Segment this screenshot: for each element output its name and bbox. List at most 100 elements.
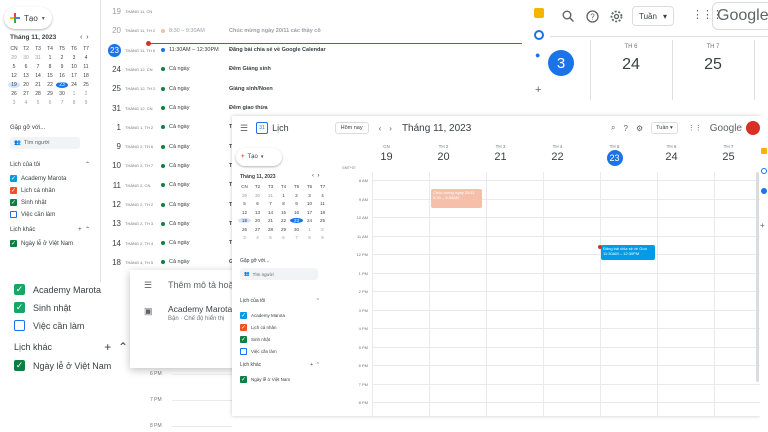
- mini-calendar-day[interactable]: 27: [251, 227, 264, 232]
- add-icon[interactable]: + ⌃: [104, 340, 128, 354]
- mini-calendar-day[interactable]: 8: [44, 64, 56, 70]
- my-calendars-header[interactable]: Lịch của tôi ⌃: [240, 298, 320, 304]
- schedule-day-number[interactable]: 19: [101, 7, 121, 16]
- gear-icon[interactable]: [608, 8, 624, 24]
- mini-calendar-day[interactable]: 9: [290, 201, 303, 206]
- schedule-row[interactable]: 24 THÁNG 12, CN Cả ngày Đêm Giáng sinh: [101, 60, 531, 79]
- checkbox-icon[interactable]: ✓: [240, 312, 247, 319]
- mini-calendar-day[interactable]: 6: [251, 201, 264, 206]
- calendar-item[interactable]: ✓ Ngày lễ ở Việt Nam: [240, 376, 290, 383]
- contacts-icon[interactable]: [761, 188, 767, 194]
- next-month-icon[interactable]: ›: [86, 34, 88, 41]
- schedule-day-number[interactable]: 10: [101, 161, 121, 170]
- help-icon[interactable]: ?: [623, 124, 627, 133]
- mini-calendar-day[interactable]: 8: [68, 100, 80, 106]
- schedule-event-title[interactable]: Chúc mừng ngày 20/11 các thầy cô: [229, 28, 321, 34]
- mini-calendar-day[interactable]: 5: [32, 100, 44, 106]
- checkbox-icon[interactable]: [14, 320, 25, 331]
- mini-calendar-day[interactable]: 3: [8, 100, 20, 106]
- checkbox-icon[interactable]: ✓: [14, 360, 25, 371]
- mini-calendar-day[interactable]: 9: [56, 64, 68, 70]
- mini-calendar-day[interactable]: 5: [238, 201, 251, 206]
- mini-calendar-day[interactable]: 7: [264, 201, 277, 206]
- description-placeholder[interactable]: Thêm mô tả hoặc: [168, 280, 238, 290]
- mini-calendar-day[interactable]: 24: [303, 218, 316, 223]
- schedule-day-number[interactable]: 20: [101, 26, 121, 35]
- schedule-day-number[interactable]: 9: [101, 142, 121, 151]
- calendar-item[interactable]: ✓ Academy Marota: [14, 284, 101, 295]
- event-block[interactable]: Chúc mừng ngày 20/11 8:30 – 9:30AM: [431, 189, 482, 208]
- mini-calendar-day[interactable]: 29: [44, 91, 56, 97]
- mini-calendar-day[interactable]: 1: [303, 227, 316, 232]
- mini-calendar-day[interactable]: 6: [44, 100, 56, 106]
- mini-calendar-day[interactable]: 18: [80, 73, 92, 79]
- mini-calendar-day[interactable]: 31: [32, 55, 44, 61]
- schedule-day-number[interactable]: 14: [101, 239, 121, 248]
- mini-calendar-day[interactable]: 21: [32, 82, 44, 88]
- search-icon[interactable]: ⌕: [611, 123, 615, 133]
- mini-calendar-day[interactable]: 29: [8, 55, 20, 61]
- weekday-number[interactable]: 25: [700, 151, 757, 163]
- checkbox-icon[interactable]: ✓: [10, 199, 17, 206]
- mini-calendar-day[interactable]: 10: [303, 201, 316, 206]
- mini-calendar-day[interactable]: 7: [290, 235, 303, 240]
- calendar-item[interactable]: ✓ Academy Marota: [10, 175, 66, 182]
- today-date-circle[interactable]: 3: [548, 50, 574, 76]
- mini-calendar-day[interactable]: 24: [68, 82, 80, 88]
- mini-calendar-day[interactable]: 15: [44, 73, 56, 79]
- schedule-event-title[interactable]: Đăng bài chia sẻ về Google Calendar: [229, 47, 326, 53]
- schedule-day-number[interactable]: 11: [101, 181, 121, 190]
- schedule-day-number[interactable]: 12: [101, 200, 121, 209]
- week-day-header[interactable]: TH 5 23: [586, 144, 643, 166]
- schedule-event-title[interactable]: Giáng sinh/Noen: [229, 86, 273, 92]
- mini-calendar-day[interactable]: 9: [80, 100, 92, 106]
- schedule-day-number[interactable]: 1: [101, 123, 121, 132]
- mini-calendar-day[interactable]: 22: [44, 82, 56, 88]
- checkbox-icon[interactable]: ✓: [240, 336, 247, 343]
- mini-calendar-day[interactable]: 7: [56, 100, 68, 106]
- checkbox-icon[interactable]: ✓: [240, 324, 247, 331]
- week-day-header[interactable]: TH 3 21: [472, 144, 529, 163]
- checkbox-icon[interactable]: ✓: [10, 187, 17, 194]
- calendar-item[interactable]: ✓ Sinh nhật: [14, 302, 71, 313]
- today-button[interactable]: Hôm nay: [334, 122, 369, 134]
- weekday-number[interactable]: 23: [606, 150, 623, 166]
- calendar-item[interactable]: ✓ Ngày lễ ở Việt Nam: [10, 240, 73, 247]
- keep-icon[interactable]: [534, 8, 544, 18]
- checkbox-icon[interactable]: [240, 348, 247, 355]
- mini-calendar-day[interactable]: 23: [56, 82, 68, 88]
- mini-calendar-day[interactable]: 2: [290, 193, 303, 198]
- avatar[interactable]: [746, 121, 760, 135]
- help-icon[interactable]: ?: [584, 8, 600, 24]
- schedule-day-number[interactable]: 18: [101, 258, 121, 267]
- schedule-event-title[interactable]: Đêm Giáng sinh: [229, 66, 271, 72]
- mini-calendar-day[interactable]: 5: [264, 235, 277, 240]
- other-calendars-header[interactable]: Lịch khác + ⌃: [14, 340, 128, 354]
- prev-month-icon[interactable]: ‹: [312, 173, 314, 179]
- mini-calendar-day[interactable]: 29: [277, 227, 290, 232]
- mini-calendar-day[interactable]: 10: [68, 64, 80, 70]
- mini-calendar-day[interactable]: 25: [80, 82, 92, 88]
- schedule-row[interactable]: 20 THÁNG 11, TH 2 8:30 – 9:30AM Chúc mừng n…: [101, 21, 531, 40]
- mini-calendar-day[interactable]: 12: [8, 73, 20, 79]
- mini-calendar-day[interactable]: 14: [264, 210, 277, 215]
- mini-calendar-day[interactable]: 17: [303, 210, 316, 215]
- mini-calendar-day[interactable]: 5: [8, 64, 20, 70]
- weekday-number[interactable]: 24: [643, 151, 700, 163]
- apps-grid-icon[interactable]: ⋮⋮: [688, 124, 702, 132]
- mini-calendar-day[interactable]: 1: [68, 91, 80, 97]
- mini-calendar-day[interactable]: 8: [303, 235, 316, 240]
- calendar-item[interactable]: ✓ Sinh nhật: [240, 336, 270, 343]
- mini-calendar-day[interactable]: 4: [316, 193, 329, 198]
- mini-calendar-day[interactable]: 4: [80, 55, 92, 61]
- schedule-row[interactable]: 25 THÁNG 12, TH 2 Cả ngày Giáng sinh/Noen: [101, 79, 531, 98]
- mini-calendar-day[interactable]: 30: [251, 193, 264, 198]
- search-icon[interactable]: [560, 8, 576, 24]
- view-selector[interactable]: Tuần ▾: [651, 122, 678, 134]
- mini-calendar-day[interactable]: 26: [8, 91, 20, 97]
- mini-calendar-day[interactable]: 6: [20, 64, 32, 70]
- mini-calendar-day[interactable]: 20: [20, 82, 32, 88]
- search-people-input[interactable]: 👥 Tìm người: [240, 268, 318, 280]
- schedule-day-number[interactable]: 23: [101, 43, 121, 57]
- tasks-icon[interactable]: [761, 168, 767, 174]
